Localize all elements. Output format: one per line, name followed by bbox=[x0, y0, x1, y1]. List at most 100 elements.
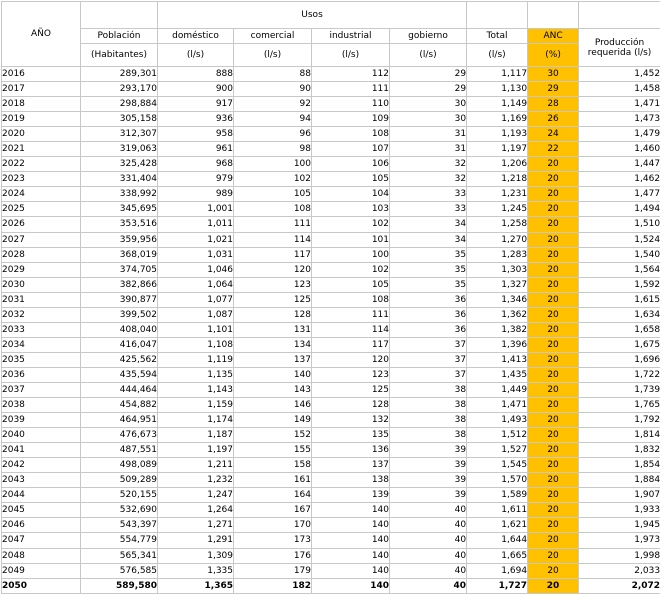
cell-government: 39 bbox=[390, 473, 467, 488]
cell-government: 30 bbox=[390, 112, 467, 127]
table-body: 2016289,30188888112291,117301,4522017293… bbox=[2, 67, 660, 594]
cell-production: 1,564 bbox=[579, 262, 660, 277]
cell-industrial: 140 bbox=[312, 533, 390, 548]
cell-total: 1,493 bbox=[467, 413, 528, 428]
cell-population: 589,580 bbox=[81, 578, 158, 593]
cell-commercial: 143 bbox=[234, 382, 312, 397]
header-uses: Usos bbox=[158, 2, 467, 29]
cell-industrial: 108 bbox=[312, 127, 390, 142]
header-population: Población bbox=[81, 29, 158, 44]
cell-commercial: 152 bbox=[234, 428, 312, 443]
cell-government: 40 bbox=[390, 518, 467, 533]
cell-population: 532,690 bbox=[81, 503, 158, 518]
cell-commercial: 125 bbox=[234, 292, 312, 307]
table-row: 2026353,5161,011111102341,258201,510 bbox=[2, 217, 660, 232]
cell-year: 2025 bbox=[2, 202, 81, 217]
cell-anc: 29 bbox=[528, 82, 579, 97]
cell-industrial: 135 bbox=[312, 428, 390, 443]
cell-anc: 20 bbox=[528, 277, 579, 292]
cell-government: 40 bbox=[390, 563, 467, 578]
header-empty bbox=[579, 2, 660, 29]
cell-production: 1,452 bbox=[579, 67, 660, 82]
cell-government: 36 bbox=[390, 292, 467, 307]
cell-industrial: 104 bbox=[312, 187, 390, 202]
cell-total: 1,413 bbox=[467, 352, 528, 367]
cell-government: 40 bbox=[390, 578, 467, 593]
cell-commercial: 161 bbox=[234, 473, 312, 488]
cell-total: 1,197 bbox=[467, 142, 528, 157]
cell-year: 2047 bbox=[2, 533, 81, 548]
cell-year: 2037 bbox=[2, 382, 81, 397]
cell-total: 1,303 bbox=[467, 262, 528, 277]
table-row: 2032399,5021,087128111361,362201,634 bbox=[2, 307, 660, 322]
cell-government: 38 bbox=[390, 413, 467, 428]
cell-anc: 20 bbox=[528, 428, 579, 443]
cell-anc: 24 bbox=[528, 127, 579, 142]
cell-anc: 26 bbox=[528, 112, 579, 127]
cell-production: 1,854 bbox=[579, 458, 660, 473]
cell-anc: 22 bbox=[528, 142, 579, 157]
cell-domestic: 888 bbox=[158, 67, 234, 82]
cell-domestic: 936 bbox=[158, 112, 234, 127]
cell-total: 1,621 bbox=[467, 518, 528, 533]
cell-anc: 20 bbox=[528, 578, 579, 593]
cell-production: 1,765 bbox=[579, 398, 660, 413]
cell-production: 1,722 bbox=[579, 367, 660, 382]
cell-population: 382,866 bbox=[81, 277, 158, 292]
cell-commercial: 120 bbox=[234, 262, 312, 277]
cell-year: 2016 bbox=[2, 67, 81, 82]
cell-production: 1,792 bbox=[579, 413, 660, 428]
cell-total: 1,589 bbox=[467, 488, 528, 503]
cell-industrial: 140 bbox=[312, 548, 390, 563]
cell-domestic: 1,174 bbox=[158, 413, 234, 428]
cell-commercial: 90 bbox=[234, 82, 312, 97]
cell-industrial: 120 bbox=[312, 352, 390, 367]
cell-government: 37 bbox=[390, 352, 467, 367]
table-row: 2043509,2891,232161138391,570201,884 bbox=[2, 473, 660, 488]
cell-anc: 20 bbox=[528, 473, 579, 488]
cell-domestic: 1,031 bbox=[158, 247, 234, 262]
cell-total: 1,611 bbox=[467, 503, 528, 518]
table-row: 2046543,3971,271170140401,621201,945 bbox=[2, 518, 660, 533]
cell-population: 319,063 bbox=[81, 142, 158, 157]
cell-population: 312,307 bbox=[81, 127, 158, 142]
cell-production: 1,675 bbox=[579, 337, 660, 352]
cell-commercial: 146 bbox=[234, 398, 312, 413]
cell-total: 1,218 bbox=[467, 172, 528, 187]
cell-government: 31 bbox=[390, 142, 467, 157]
cell-year: 2023 bbox=[2, 172, 81, 187]
cell-year: 2040 bbox=[2, 428, 81, 443]
table-row: 2050589,5801,365182140401,727202,072 bbox=[2, 578, 660, 593]
cell-commercial: 182 bbox=[234, 578, 312, 593]
cell-domestic: 1,021 bbox=[158, 232, 234, 247]
cell-population: 325,428 bbox=[81, 157, 158, 172]
cell-population: 509,289 bbox=[81, 473, 158, 488]
cell-population: 298,884 bbox=[81, 97, 158, 112]
cell-commercial: 173 bbox=[234, 533, 312, 548]
header-industrial: industrial bbox=[312, 29, 390, 44]
cell-year: 2050 bbox=[2, 578, 81, 593]
cell-domestic: 1,271 bbox=[158, 518, 234, 533]
cell-year: 2034 bbox=[2, 337, 81, 352]
cell-domestic: 1,101 bbox=[158, 322, 234, 337]
cell-production: 1,998 bbox=[579, 548, 660, 563]
cell-population: 359,956 bbox=[81, 232, 158, 247]
cell-anc: 20 bbox=[528, 458, 579, 473]
cell-government: 29 bbox=[390, 67, 467, 82]
cell-commercial: 88 bbox=[234, 67, 312, 82]
cell-total: 1,512 bbox=[467, 428, 528, 443]
cell-domestic: 1,135 bbox=[158, 367, 234, 382]
cell-production: 1,447 bbox=[579, 157, 660, 172]
header-empty bbox=[81, 2, 158, 29]
cell-commercial: 137 bbox=[234, 352, 312, 367]
cell-year: 2045 bbox=[2, 503, 81, 518]
cell-year: 2017 bbox=[2, 82, 81, 97]
header-domestic-unit: (l/s) bbox=[158, 44, 234, 67]
cell-commercial: 117 bbox=[234, 247, 312, 262]
cell-production: 1,494 bbox=[579, 202, 660, 217]
header-production: Producción requerida (l/s) bbox=[579, 29, 660, 67]
cell-population: 464,951 bbox=[81, 413, 158, 428]
cell-industrial: 105 bbox=[312, 172, 390, 187]
cell-population: 487,551 bbox=[81, 443, 158, 458]
cell-domestic: 900 bbox=[158, 82, 234, 97]
